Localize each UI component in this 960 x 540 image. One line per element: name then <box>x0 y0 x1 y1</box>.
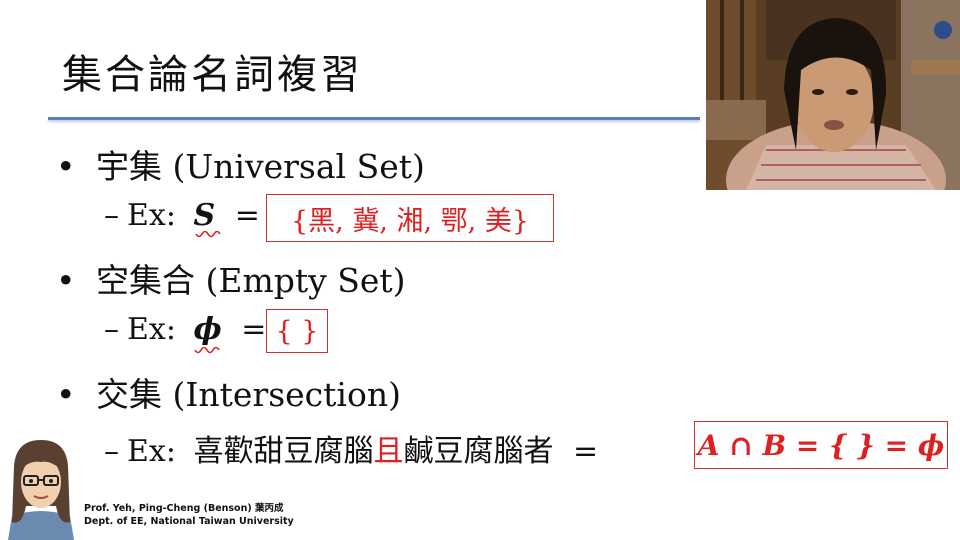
bullet-empty-set: • 空集合 (Empty Set) <box>56 254 406 302</box>
title-divider <box>48 117 700 120</box>
example-prefix: Ex: <box>127 434 176 469</box>
example-universal-set: – Ex: S = <box>104 198 260 233</box>
slide-title: 集合論名詞複習 <box>62 52 363 98</box>
example-intersection: – Ex: 喜歡甜豆腐腦且鹹豆腐腦者 = <box>104 426 598 470</box>
bullet-label: 交集 (Intersection) <box>96 375 401 414</box>
universal-set-box: {黑, 冀, 湘, 鄂, 美} <box>266 194 554 242</box>
phrase-and: 且 <box>373 434 404 469</box>
example-empty-set: – Ex: ϕ = <box>104 312 266 347</box>
bullet-label: 空集合 (Empty Set) <box>96 261 406 300</box>
bullet-intersection: • 交集 (Intersection) <box>56 368 401 416</box>
sub-bullet-dash: – <box>104 434 119 469</box>
equals-sign: = <box>234 198 260 233</box>
sub-bullet-dash: – <box>104 198 119 233</box>
phrase-salty-tofu: 鹹豆腐腦者 <box>403 434 554 469</box>
squiggle-underline <box>195 231 221 238</box>
bullet-marker: • <box>56 261 76 300</box>
squiggle-underline <box>194 347 220 354</box>
intersection-result-box: A ∩ B = { } = ϕ <box>694 421 948 469</box>
presenter-webcam-video <box>706 0 960 190</box>
sub-bullet-dash: – <box>104 312 119 347</box>
equals-sign: = <box>573 434 599 469</box>
bullet-universal-set: • 宇集 (Universal Set) <box>56 140 425 188</box>
footer-credits: Prof. Yeh, Ping-Cheng (Benson) 葉丙成 Dept.… <box>84 502 294 528</box>
presenter-avatar <box>8 440 74 540</box>
footer-line-dept: Dept. of EE, National Taiwan University <box>84 516 294 527</box>
example-prefix: Ex: <box>127 198 176 233</box>
equals-sign: = <box>241 312 267 347</box>
empty-set-symbol: ϕ <box>193 312 222 347</box>
phrase-sweet-tofu: 喜歡甜豆腐腦 <box>193 434 374 469</box>
footer-line-name: Prof. Yeh, Ping-Cheng (Benson) 葉丙成 <box>84 503 284 514</box>
empty-set-box: { } <box>266 309 328 353</box>
presenter-video-frame <box>706 0 960 190</box>
bullet-label: 宇集 (Universal Set) <box>96 147 425 186</box>
set-symbol: S <box>193 198 216 233</box>
bullet-marker: • <box>56 375 76 414</box>
bullet-marker: • <box>56 147 76 186</box>
example-prefix: Ex: <box>127 312 176 347</box>
